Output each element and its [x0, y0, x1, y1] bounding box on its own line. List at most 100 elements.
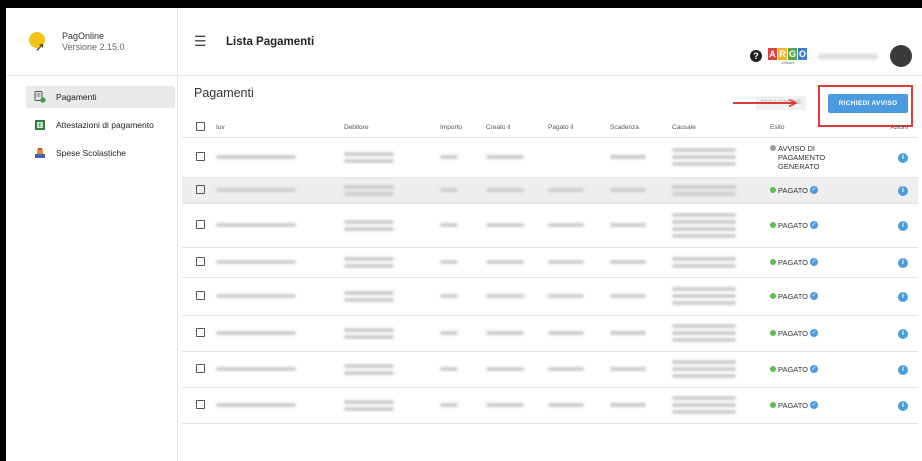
column-header[interactable]: Debitore: [340, 119, 436, 138]
sidebar-nav: Pagamenti € Attestazioni di pagamento Sp…: [6, 76, 177, 164]
row-checkbox[interactable]: [196, 399, 205, 409]
argo-logo: A R G O software: [768, 47, 808, 65]
redacted-value: [344, 184, 394, 189]
redacted-value: [548, 403, 584, 407]
table-row[interactable]: PAGATO ✓ i: [182, 247, 918, 278]
sidebar-item-pagamenti[interactable]: Pagamenti: [26, 86, 175, 108]
redacted-value: [672, 294, 736, 298]
column-header[interactable]: Scadenza: [606, 119, 668, 138]
redacted-value: [548, 260, 584, 264]
redacted-value: [344, 290, 394, 295]
row-checkbox[interactable]: [196, 151, 205, 161]
redacted-value: [672, 256, 736, 261]
redacted-value: [344, 297, 394, 302]
table-row[interactable]: PAGATO ✓ i: [182, 351, 918, 388]
column-header[interactable]: Pagato il: [544, 119, 606, 138]
argo-letter: A: [768, 47, 777, 60]
menu-icon[interactable]: ☰: [194, 33, 210, 50]
info-icon[interactable]: i: [898, 400, 908, 411]
row-checkbox[interactable]: [196, 256, 205, 266]
verified-icon: ✓: [810, 291, 819, 300]
redacted-value: [440, 367, 458, 371]
column-header[interactable]: Importo: [436, 119, 482, 138]
redacted-value: [672, 263, 736, 268]
redacted-value: [548, 294, 584, 298]
section-title: Pagamenti: [194, 86, 254, 100]
redacted-value: [440, 294, 458, 298]
redacted-value: [344, 263, 394, 268]
redacted-value: [672, 226, 736, 231]
column-header[interactable]: Causale: [668, 119, 766, 138]
sidebar-item-attestazioni[interactable]: € Attestazioni di pagamento: [26, 114, 175, 136]
top-right-tools: ? A R G O software: [750, 44, 912, 68]
request-notice-button[interactable]: RICHIEDI AVVISO: [828, 94, 908, 113]
table-row[interactable]: PAGATO ✓ i: [182, 387, 918, 424]
select-all-checkbox[interactable]: [182, 119, 212, 138]
redacted-value: [216, 223, 296, 227]
help-icon[interactable]: ?: [750, 50, 762, 62]
row-checkbox[interactable]: [196, 184, 205, 194]
table-row[interactable]: PAGATO ✓ i: [182, 277, 918, 316]
redacted-value: [344, 256, 394, 261]
column-header[interactable]: Iuv: [212, 119, 340, 138]
redacted-value: [610, 331, 646, 335]
redacted-value: [486, 367, 524, 371]
pagonline-logo-icon: ➚: [26, 31, 48, 53]
redacted-value: [610, 294, 646, 298]
status-badge: PAGATO ✓: [770, 328, 872, 338]
redacted-value: [672, 324, 736, 328]
table-row[interactable]: PAGATO ✓ i: [182, 203, 918, 248]
receipt-icon: €: [34, 119, 46, 131]
redacted-value: [440, 188, 458, 192]
table-row[interactable]: PAGATO ✓ i: [182, 177, 918, 204]
info-icon[interactable]: i: [898, 328, 908, 339]
table-row[interactable]: PAGATO ✓ i: [182, 315, 918, 352]
column-header[interactable]: Esito: [766, 119, 872, 138]
info-icon[interactable]: i: [898, 364, 908, 375]
redacted-value: [216, 367, 296, 371]
redacted-value: [610, 155, 646, 159]
redacted-value: [672, 191, 736, 196]
redacted-value: [672, 374, 736, 378]
redacted-value: [672, 410, 736, 414]
status-badge: PAGATO ✓: [770, 257, 872, 267]
row-checkbox[interactable]: [196, 327, 205, 337]
redacted-value: [440, 223, 458, 227]
payments-table: Iuv Debitore Importo Creato il Pagato il…: [182, 119, 918, 424]
redacted-value: [486, 260, 524, 264]
status-badge: PAGATO ✓: [770, 185, 872, 195]
main-area: ☰ Lista Pagamenti ? A R G O software Pag…: [178, 8, 922, 461]
avatar[interactable]: [890, 45, 912, 67]
info-icon[interactable]: i: [898, 185, 908, 196]
info-icon[interactable]: i: [898, 257, 908, 268]
redacted-value: [672, 301, 736, 305]
sidebar-item-label: Pagamenti: [56, 92, 97, 102]
redacted-value: [216, 260, 296, 264]
redacted-value: [440, 403, 458, 407]
row-checkbox[interactable]: [196, 219, 205, 229]
redacted-value: [672, 233, 736, 238]
redacted-value: [672, 155, 736, 159]
row-checkbox[interactable]: [196, 290, 205, 300]
column-header[interactable]: Creato il: [482, 119, 544, 138]
info-icon[interactable]: i: [898, 152, 908, 163]
column-header: Azioni: [872, 119, 918, 138]
annotation-arrow: [733, 99, 798, 107]
argo-letter: R: [778, 47, 787, 60]
redacted-value: [672, 367, 736, 371]
svg-text:€: €: [38, 123, 41, 129]
sidebar-item-spese[interactable]: Spese Scolastiche: [26, 142, 175, 164]
table-row[interactable]: AVVISO DI PAGAMENTO GENERATO i: [182, 137, 918, 178]
row-checkbox[interactable]: [196, 363, 205, 373]
info-icon[interactable]: i: [898, 291, 908, 302]
redacted-value: [672, 396, 736, 400]
redacted-value: [672, 338, 736, 342]
redacted-value: [610, 403, 646, 407]
verified-icon: ✓: [810, 220, 819, 229]
redacted-value: [216, 331, 296, 335]
status-text: PAGATO: [778, 220, 809, 230]
redacted-value: [344, 370, 394, 375]
redacted-value: [344, 406, 394, 411]
info-icon[interactable]: i: [898, 220, 908, 231]
sidebar: ➚ PagOnline Versione 2.15.0 Pagamenti € …: [6, 8, 178, 461]
